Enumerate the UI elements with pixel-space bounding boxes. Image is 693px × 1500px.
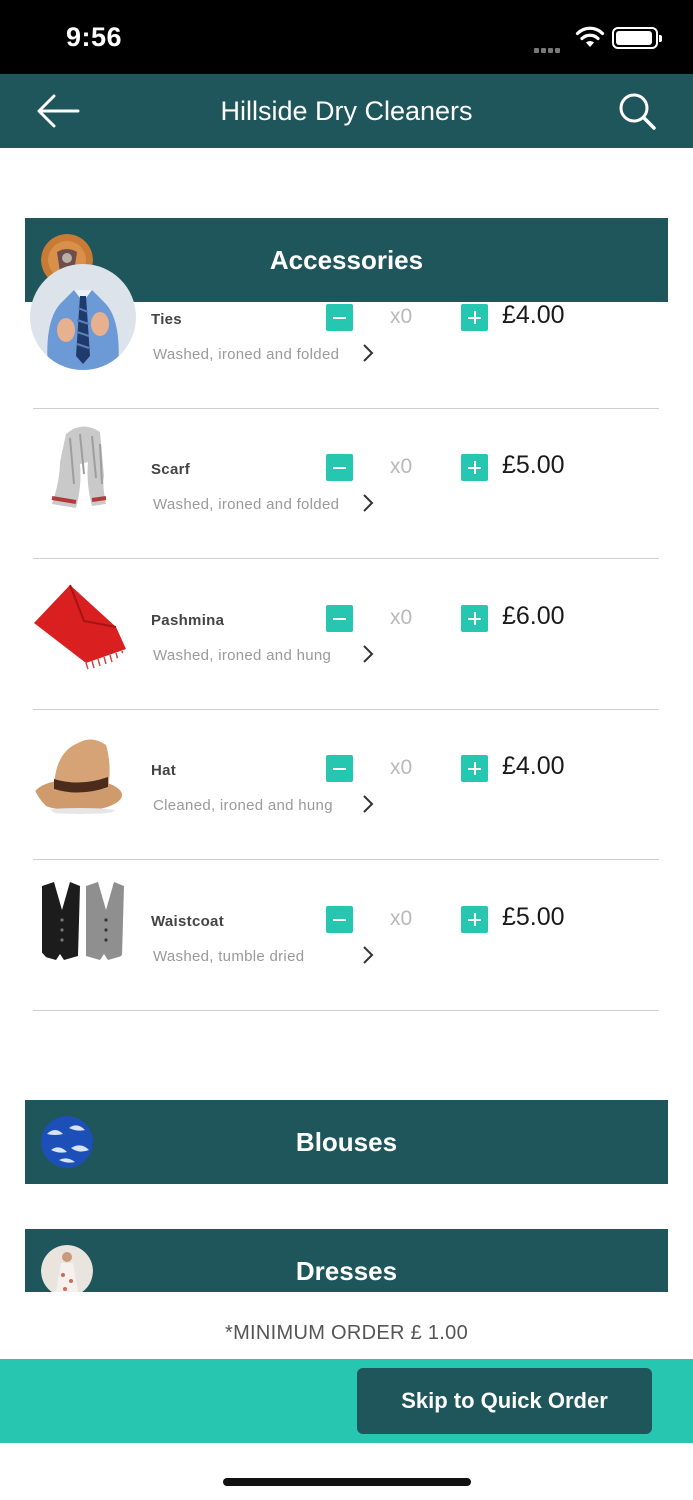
cellular-signal-icon — [534, 40, 562, 58]
item-description: Washed, tumble dried — [153, 948, 305, 965]
section-header-blouses[interactable]: Blouses — [25, 1100, 668, 1184]
chevron-right-icon[interactable] — [361, 793, 375, 815]
waistcoat-photo — [30, 866, 136, 972]
chevron-right-icon[interactable] — [361, 643, 375, 665]
scarf-photo — [30, 414, 136, 520]
increase-quantity-button[interactable] — [461, 906, 488, 933]
item-price: £4.00 — [502, 752, 565, 780]
page-title: Hillside Dry Cleaners — [220, 96, 473, 126]
decrease-quantity-button[interactable] — [326, 304, 353, 331]
nav-bar: Hillside Dry Cleaners — [0, 74, 693, 148]
list-item-waistcoat[interactable]: Waistcoat Washed, tumble dried x0 £5.00 — [30, 861, 659, 1011]
wifi-icon — [575, 26, 605, 47]
section-header-dresses[interactable]: Dresses — [25, 1229, 668, 1292]
hat-photo — [30, 715, 136, 821]
decrease-quantity-button[interactable] — [326, 755, 353, 782]
item-price: £6.00 — [502, 602, 565, 630]
item-description: Cleaned, ironed and hung — [153, 797, 333, 814]
item-description: Washed, ironed and folded — [153, 346, 340, 363]
section-title: Dresses — [295, 1256, 398, 1286]
decrease-quantity-button[interactable] — [326, 605, 353, 632]
home-indicator[interactable] — [223, 1478, 471, 1486]
item-price: £5.00 — [502, 451, 565, 479]
list-item-scarf[interactable]: Scarf Washed, ironed and folded x0 £5.00 — [30, 409, 659, 559]
item-name: Waistcoat — [151, 913, 224, 930]
chevron-right-icon[interactable] — [361, 492, 375, 514]
bottom-bar: Skip to Quick Order — [0, 1359, 693, 1443]
decrease-quantity-button[interactable] — [326, 906, 353, 933]
item-price: £5.00 — [502, 903, 565, 931]
pashmina-photo — [30, 565, 136, 671]
arrow-left-icon — [37, 94, 80, 128]
back-button[interactable] — [34, 91, 82, 131]
increase-quantity-button[interactable] — [461, 605, 488, 632]
item-description: Washed, ironed and folded — [153, 496, 340, 513]
increase-quantity-button[interactable] — [461, 454, 488, 481]
tie-photo — [30, 264, 136, 370]
list-item-pashmina[interactable]: Pashmina Washed, ironed and hung x0 £6.0… — [30, 560, 659, 710]
quantity-count: x0 — [390, 455, 413, 478]
item-price: £4.00 — [502, 301, 565, 329]
list-item-hat[interactable]: Hat Cleaned, ironed and hung x0 £4.00 — [30, 710, 659, 860]
item-name: Hat — [151, 762, 177, 779]
quantity-count: x0 — [390, 756, 413, 779]
list-item-ties[interactable]: Ties Washed, ironed and folded x0 £4.00 — [30, 259, 659, 409]
section-title: Blouses — [295, 1127, 398, 1157]
increase-quantity-button[interactable] — [461, 755, 488, 782]
skip-to-quick-order-button[interactable]: Skip to Quick Order — [357, 1368, 652, 1434]
quantity-count: x0 — [390, 305, 413, 328]
chevron-right-icon[interactable] — [361, 342, 375, 364]
item-name: Scarf — [151, 461, 191, 478]
search-button[interactable] — [612, 89, 660, 133]
item-name: Pashmina — [151, 612, 225, 629]
item-description: Washed, ironed and hung — [153, 647, 332, 664]
battery-icon — [612, 27, 662, 49]
quantity-count: x0 — [390, 606, 413, 629]
search-icon — [619, 93, 656, 130]
item-name: Ties — [151, 311, 182, 328]
status-time: 9:56 — [66, 22, 123, 52]
chevron-right-icon[interactable] — [361, 944, 375, 966]
quantity-count: x0 — [390, 907, 413, 930]
increase-quantity-button[interactable] — [461, 304, 488, 331]
status-bar: 9:56 — [0, 0, 693, 74]
decrease-quantity-button[interactable] — [326, 454, 353, 481]
minimum-order-notice: *MINIMUM ORDER £ 1.00 — [224, 1322, 468, 1344]
